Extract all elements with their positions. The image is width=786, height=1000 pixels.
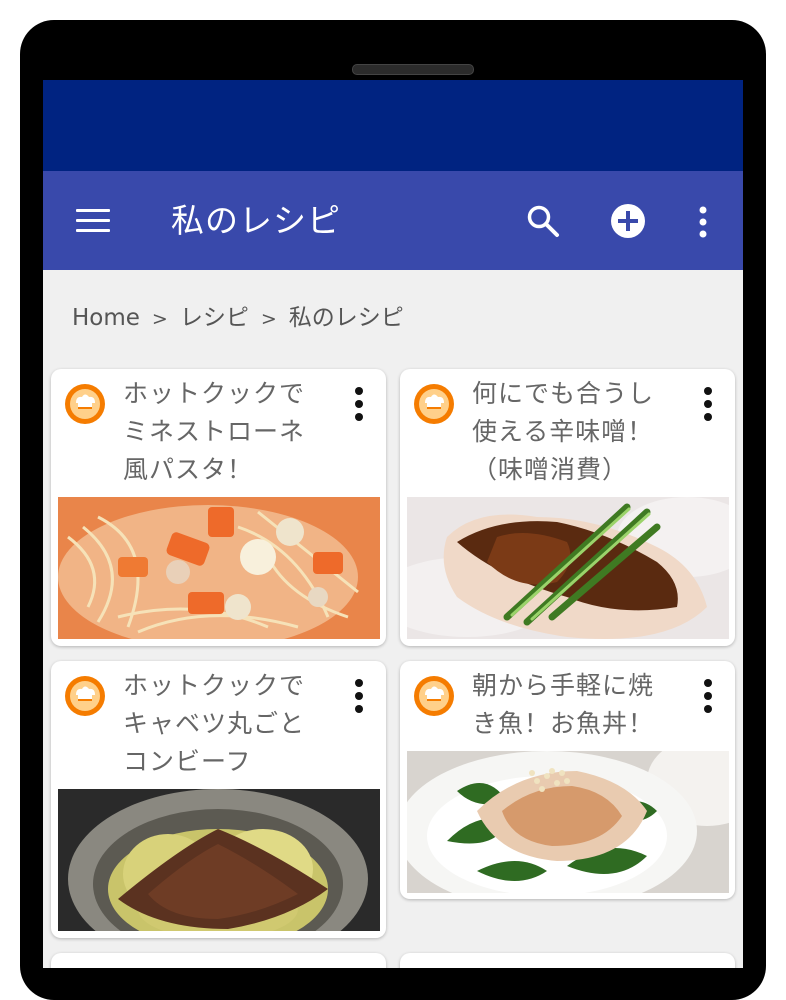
breadcrumb-current: 私のレシピ bbox=[288, 305, 404, 331]
chef-avatar-icon bbox=[65, 676, 105, 716]
recipe-title[interactable]: 朝から手軽に焼き魚！お魚丼！ bbox=[472, 667, 672, 743]
more-vert-icon[interactable] bbox=[691, 204, 715, 240]
chef-avatar-icon bbox=[414, 384, 454, 424]
recipe-photo-fish-donburi[interactable] bbox=[407, 751, 729, 893]
recipe-card[interactable]: ホットクックでミネストローネ風パスタ！ bbox=[51, 369, 386, 646]
recipe-card[interactable]: 朝から手軽に焼き魚！お魚丼！ bbox=[400, 661, 735, 899]
search-icon[interactable] bbox=[525, 203, 561, 239]
menu-icon[interactable] bbox=[76, 209, 110, 235]
breadcrumb-separator: > bbox=[260, 308, 277, 330]
chef-avatar-icon bbox=[65, 384, 105, 424]
recipe-card[interactable]: ホットクックでキャベツ丸ごとコンビーフ bbox=[51, 661, 386, 938]
breadcrumb-separator: > bbox=[151, 308, 168, 330]
add-circle-icon[interactable] bbox=[609, 202, 647, 240]
status-bar bbox=[43, 80, 743, 171]
breadcrumb-recipes[interactable]: レシピ bbox=[180, 305, 249, 331]
breadcrumb-home[interactable]: Home bbox=[72, 305, 140, 331]
recipe-photo-cabbage-cornedbeef[interactable] bbox=[58, 789, 380, 931]
recipe-title[interactable]: 何にでも合うし使える辛味噌！（味噌消費） bbox=[472, 375, 672, 489]
page-title: 私のレシピ bbox=[171, 201, 341, 240]
card-more-vert-icon[interactable] bbox=[352, 387, 366, 423]
recipe-photo-chicken-miso[interactable] bbox=[407, 497, 729, 639]
breadcrumb: Home > レシピ > 私のレシピ bbox=[72, 301, 404, 336]
chef-avatar-icon bbox=[414, 676, 454, 716]
app-bar: 私のレシピ bbox=[43, 171, 743, 270]
card-more-vert-icon[interactable] bbox=[352, 679, 366, 715]
recipe-photo-pasta[interactable] bbox=[58, 497, 380, 639]
phone-speaker bbox=[352, 64, 474, 75]
app-screen: 私のレシピ Home > レシピ > 私のレシピ ホットクックでミネストローネ風パスタ！ bbox=[43, 80, 743, 968]
card-more-vert-icon[interactable] bbox=[701, 679, 715, 715]
recipe-title[interactable]: ホットクックでミネストローネ風パスタ！ bbox=[123, 375, 323, 489]
card-more-vert-icon[interactable] bbox=[701, 387, 715, 423]
recipe-card-partial[interactable] bbox=[400, 953, 735, 968]
recipe-title[interactable]: ホットクックでキャベツ丸ごとコンビーフ bbox=[123, 667, 323, 781]
recipe-card-partial[interactable] bbox=[51, 953, 386, 968]
recipe-card[interactable]: 何にでも合うし使える辛味噌！（味噌消費） bbox=[400, 369, 735, 646]
